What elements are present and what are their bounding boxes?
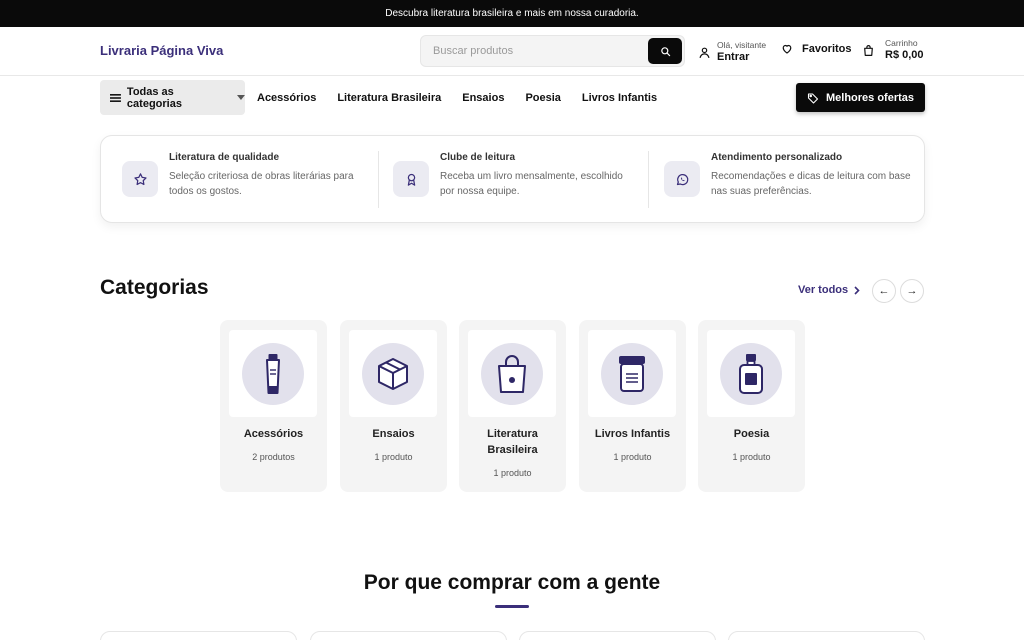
shopping-bag-icon	[864, 44, 873, 56]
feature-description: Recomendações e dicas de leitura com bas…	[711, 171, 911, 197]
category-card-acessorios[interactable]: Acessórios 2 produtos	[220, 320, 327, 492]
greeting-text: Olá, visitante	[717, 39, 767, 50]
announcement-text: Descubra literatura brasileira e mais em…	[385, 8, 639, 19]
category-name: Acessórios	[243, 428, 304, 440]
nav-link-livros-infantis[interactable]: Livros Infantis	[582, 92, 657, 104]
category-image	[588, 330, 676, 417]
carousel-next-button[interactable]: →	[900, 279, 924, 303]
nav-link-literatura-brasileira[interactable]: Literatura Brasileira	[337, 92, 441, 104]
category-name: Livros Infantis	[594, 428, 671, 440]
arrow-right-icon: →	[906, 285, 918, 297]
category-card-literatura-brasileira[interactable]: Literatura Brasileira 1 produto	[459, 320, 566, 492]
category-count: 1 produto	[613, 452, 652, 462]
feature-title: Literatura de qualidade	[169, 152, 280, 163]
benefit-card	[728, 631, 925, 640]
benefit-card	[519, 631, 716, 640]
chevron-right-icon	[854, 285, 860, 295]
category-count: 2 produtos	[252, 452, 295, 462]
all-categories-label: Todas as categorias	[126, 85, 182, 110]
category-count: 1 produto	[374, 452, 413, 462]
features-panel: Literatura de qualidade Seleção criterio…	[100, 135, 925, 223]
benefit-card	[100, 631, 297, 640]
arrow-left-icon: ←	[878, 285, 890, 297]
user-icon	[699, 47, 710, 58]
best-deals-label: Melhores ofertas	[825, 91, 915, 104]
feature-reading-club: Clube de leitura Receba um livro mensalm…	[393, 152, 640, 199]
category-card-ensaios[interactable]: Ensaios 1 produto	[340, 320, 447, 492]
nav-link-ensaios[interactable]: Ensaios	[462, 92, 504, 104]
benefit-card	[310, 631, 507, 640]
star-icon	[133, 172, 147, 185]
favorites-label: Favoritos	[802, 43, 852, 55]
caret-down-icon	[237, 95, 245, 100]
jar-icon	[619, 355, 645, 392]
feature-icon-box	[664, 161, 700, 197]
category-icon-circle	[601, 342, 663, 405]
account-link[interactable]: Olá, visitante Entrar	[698, 39, 766, 65]
feature-icon-box	[393, 161, 429, 197]
category-icon-circle	[362, 342, 424, 405]
category-image	[229, 330, 317, 417]
category-icon-circle	[720, 342, 782, 405]
carousel-prev-button[interactable]: ←	[872, 279, 896, 303]
search-icon	[660, 46, 670, 56]
box-icon	[378, 357, 408, 390]
tube-icon	[266, 353, 280, 394]
best-deals-button[interactable]: Melhores ofertas	[796, 83, 925, 112]
category-nav: Todas as categorias Acessórios Literatur…	[0, 80, 1024, 115]
divider	[648, 151, 649, 208]
why-buy-title: Por que comprar com a gente	[363, 571, 661, 594]
search-box	[420, 35, 685, 67]
feature-title: Atendimento personalizado	[711, 152, 843, 163]
search-input[interactable]	[421, 36, 649, 66]
whatsapp-icon	[676, 173, 688, 185]
category-icon-circle	[481, 342, 543, 405]
feature-title: Clube de leitura	[440, 152, 516, 163]
bottle-icon	[739, 353, 763, 394]
menu-icon	[110, 93, 121, 102]
feature-icon-box	[122, 161, 158, 197]
category-card-poesia[interactable]: Poesia 1 produto	[698, 320, 805, 492]
nav-link-poesia[interactable]: Poesia	[525, 92, 560, 104]
bag-icon	[498, 354, 526, 393]
nav-link-acessorios[interactable]: Acessórios	[257, 92, 316, 104]
category-image	[349, 330, 437, 417]
cart-link[interactable]: Carrinho R$ 0,00	[862, 38, 924, 61]
cart-label: Carrinho	[885, 38, 918, 48]
title-underline	[495, 605, 529, 608]
cart-total: R$ 0,00	[885, 48, 924, 61]
see-all-link[interactable]: Ver todos	[798, 284, 860, 296]
category-name: Poesia	[733, 428, 770, 440]
category-image	[707, 330, 795, 417]
category-image	[468, 330, 556, 417]
category-count: 1 produto	[493, 468, 532, 478]
categories-title: Categorias	[100, 276, 209, 299]
category-icon-circle	[242, 342, 304, 405]
feature-description: Seleção criteriosa de obras literárias p…	[169, 171, 354, 197]
feature-personal-service: Atendimento personalizado Recomendações …	[664, 152, 911, 199]
site-header: Livraria Página Viva Olá, visitante Entr…	[0, 27, 1024, 76]
tag-icon	[807, 92, 819, 104]
favorites-link[interactable]: Favoritos	[781, 43, 852, 55]
feature-quality: Literatura de qualidade Seleção criterio…	[122, 152, 369, 199]
category-count: 1 produto	[732, 452, 771, 462]
nav-links: Acessórios Literatura Brasileira Ensaios…	[257, 80, 657, 115]
see-all-label: Ver todos	[798, 284, 849, 296]
heart-icon	[782, 44, 792, 54]
search-button[interactable]	[648, 38, 682, 64]
divider	[378, 151, 379, 208]
category-card-livros-infantis[interactable]: Livros Infantis 1 produto	[579, 320, 686, 492]
announcement-bar: Descubra literatura brasileira e mais em…	[0, 0, 1024, 27]
award-icon	[407, 173, 415, 186]
all-categories-button[interactable]: Todas as categorias	[100, 80, 245, 115]
category-name: Literatura Brasileira	[487, 428, 538, 456]
feature-description: Receba um livro mensalmente, escolhido p…	[440, 171, 623, 197]
category-name: Ensaios	[372, 428, 415, 440]
site-logo[interactable]: Livraria Página Viva	[100, 43, 223, 58]
login-label: Entrar	[717, 50, 750, 63]
